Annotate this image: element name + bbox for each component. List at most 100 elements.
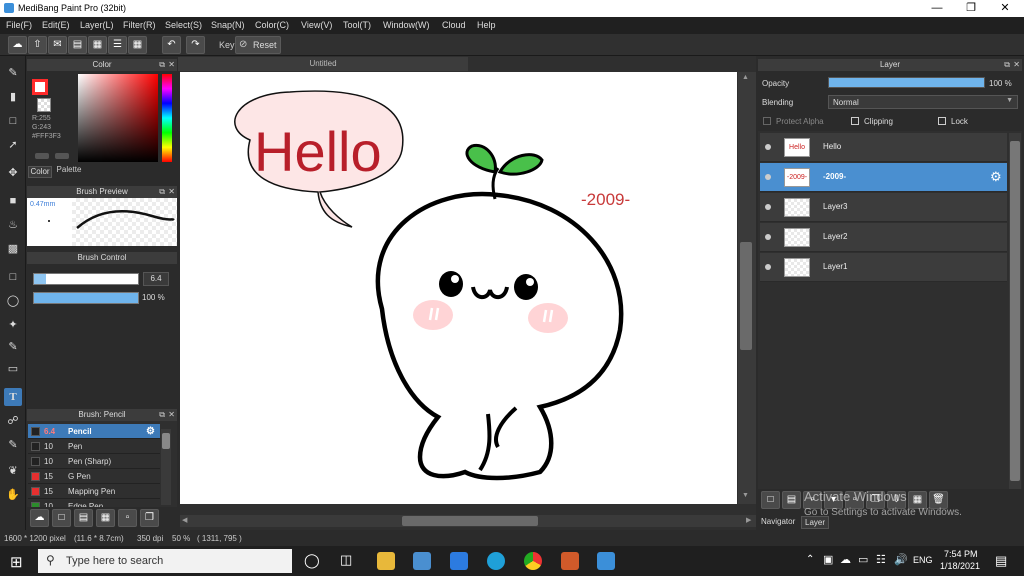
- scrollbar-thumb[interactable]: [740, 242, 752, 350]
- eraser-tool-icon[interactable]: ▮: [4, 88, 22, 106]
- brush-item-edge-pen[interactable]: 10 Edge Pen: [28, 499, 160, 507]
- brush-opacity-slider[interactable]: [33, 292, 139, 304]
- brush-size-slider[interactable]: [33, 273, 139, 285]
- folder-icon[interactable]: ▫: [118, 509, 137, 527]
- list-icon[interactable]: ☰: [108, 36, 127, 54]
- gear-icon[interactable]: ⚙: [146, 424, 155, 439]
- menu-window[interactable]: Window(W): [383, 20, 430, 30]
- secondary-color-swatch[interactable]: [37, 98, 51, 112]
- layer-row-hello[interactable]: Hello Hello: [760, 133, 1007, 162]
- undock-icon[interactable]: ⧉: [1004, 59, 1010, 71]
- tray-app-icon[interactable]: ▣: [823, 553, 833, 566]
- duplicate-icon[interactable]: ❐: [140, 509, 159, 527]
- scrollbar-thumb[interactable]: [162, 433, 170, 449]
- rectangle-tool-icon[interactable]: □: [4, 112, 22, 130]
- grid-icon[interactable]: ▦: [128, 36, 147, 54]
- volume-icon[interactable]: 🔊: [894, 553, 908, 566]
- eyedropper-icon[interactable]: ❦: [4, 462, 22, 480]
- layer-row-layer1[interactable]: Layer1: [760, 253, 1007, 282]
- scroll-up-icon[interactable]: ▲: [742, 74, 749, 81]
- menu-tool[interactable]: Tool(T): [343, 20, 371, 30]
- scrollbar-thumb[interactable]: [1010, 141, 1020, 481]
- magic-wand-icon[interactable]: ✦: [4, 316, 22, 334]
- primary-color-swatch[interactable]: [32, 79, 48, 95]
- clock-time[interactable]: 7:54 PM: [944, 549, 978, 559]
- layer-row-2009[interactable]: -2009- -2009- ⚙: [760, 163, 1007, 192]
- reset-button[interactable]: ⊘ Reset: [235, 36, 281, 54]
- menu-cloud[interactable]: Cloud: [442, 20, 466, 30]
- saturation-value-picker[interactable]: [78, 74, 158, 162]
- cortana-icon[interactable]: ◯: [304, 552, 320, 569]
- add-brush-icon[interactable]: ▤: [74, 509, 93, 527]
- layer-row-layer3[interactable]: Layer3: [760, 193, 1007, 222]
- lock-checkbox[interactable]: [938, 117, 946, 125]
- comment-icon[interactable]: ✉: [48, 36, 67, 54]
- task-view-icon[interactable]: ◫: [340, 552, 352, 568]
- panel-close-icon[interactable]: ✕: [168, 59, 175, 71]
- taskbar-search[interactable]: ⚲ Type here to search: [38, 549, 292, 573]
- restore-button[interactable]: ❐: [954, 0, 988, 17]
- bucket-tool-icon[interactable]: ♨: [4, 216, 22, 234]
- visibility-icon[interactable]: [765, 144, 771, 150]
- hue-slider[interactable]: [162, 74, 172, 162]
- onedrive-icon[interactable]: ☁: [840, 553, 851, 566]
- menu-layer[interactable]: Layer(L): [80, 20, 114, 30]
- medibang-icon[interactable]: [597, 552, 615, 570]
- gear-icon[interactable]: ⚙: [990, 169, 1002, 185]
- undock-icon[interactable]: ⧉: [159, 59, 165, 71]
- tray-chevron-icon[interactable]: ⌃: [806, 554, 814, 565]
- clipping-checkbox[interactable]: [851, 117, 859, 125]
- brush-item-g-pen[interactable]: 15 G Pen: [28, 469, 160, 484]
- protect-alpha-checkbox[interactable]: [763, 117, 771, 125]
- undo-icon[interactable]: ↶: [162, 36, 181, 54]
- scroll-left-icon[interactable]: ◀: [182, 516, 187, 524]
- upload-icon[interactable]: ⇧: [28, 36, 47, 54]
- visibility-icon[interactable]: [765, 264, 771, 270]
- text-tool-icon[interactable]: T: [4, 388, 22, 406]
- cloud-icon[interactable]: ☁: [8, 36, 27, 54]
- canvas-horizontal-scrollbar[interactable]: ◀ ▶: [180, 515, 756, 527]
- lasso-tool-icon[interactable]: ◯: [4, 292, 22, 310]
- close-button[interactable]: ✕: [988, 0, 1022, 17]
- message-icon[interactable]: ▤: [68, 36, 87, 54]
- visibility-icon[interactable]: [765, 174, 771, 180]
- blending-select[interactable]: Normal ▼: [828, 95, 1018, 109]
- brush-tool-icon[interactable]: ✎: [4, 64, 22, 82]
- brush-item-pen-sharp[interactable]: 10 Pen (Sharp): [28, 454, 160, 469]
- menu-edit[interactable]: Edit(E): [42, 20, 70, 30]
- menu-view[interactable]: View(V): [301, 20, 332, 30]
- menu-help[interactable]: Help: [477, 20, 496, 30]
- fill-rect-tool-icon[interactable]: ■: [4, 192, 22, 210]
- new-halftone-layer-icon[interactable]: ▤: [782, 491, 801, 509]
- swap-colors-button[interactable]: [35, 153, 49, 159]
- panel-close-icon[interactable]: ✕: [1013, 59, 1020, 71]
- select-pen-icon[interactable]: ✎: [4, 338, 22, 356]
- document-icon[interactable]: ▦: [88, 36, 107, 54]
- new-layer-icon[interactable]: □: [761, 491, 780, 509]
- move-tool-icon[interactable]: ✥: [4, 164, 22, 182]
- canvas[interactable]: Hello -2009-: [180, 72, 737, 504]
- color-tab[interactable]: Color: [28, 166, 52, 178]
- brush-item-mapping-pen[interactable]: 15 Mapping Pen: [28, 484, 160, 499]
- cloud-brush-icon[interactable]: ☁: [30, 509, 49, 527]
- select-rect-icon[interactable]: □: [4, 268, 22, 286]
- undock-icon[interactable]: ⧉: [159, 409, 165, 421]
- menu-snap[interactable]: Snap(N): [211, 20, 245, 30]
- notification-icon[interactable]: ▤: [995, 553, 1007, 569]
- hand-tool-icon[interactable]: ✋: [4, 486, 22, 504]
- canvas-vertical-scrollbar[interactable]: ▲ ▼: [738, 72, 756, 504]
- visibility-icon[interactable]: [765, 204, 771, 210]
- mail-icon[interactable]: [450, 552, 468, 570]
- file-explorer-icon[interactable]: [377, 552, 395, 570]
- new-brush-icon[interactable]: □: [52, 509, 71, 527]
- operation-tool-icon[interactable]: ☍: [4, 412, 22, 430]
- scrollbar-thumb[interactable]: [402, 516, 538, 526]
- brush-item-pen[interactable]: 10 Pen: [28, 439, 160, 454]
- battery-icon[interactable]: ▭: [858, 553, 868, 566]
- windows-start-icon[interactable]: ⊞: [10, 553, 23, 571]
- brush-list-scrollbar[interactable]: [161, 429, 171, 505]
- document-tab[interactable]: Untitled: [178, 57, 468, 71]
- menu-filter[interactable]: Filter(R): [123, 20, 156, 30]
- panel-close-icon[interactable]: ✕: [168, 186, 175, 198]
- opacity-slider[interactable]: [828, 77, 985, 88]
